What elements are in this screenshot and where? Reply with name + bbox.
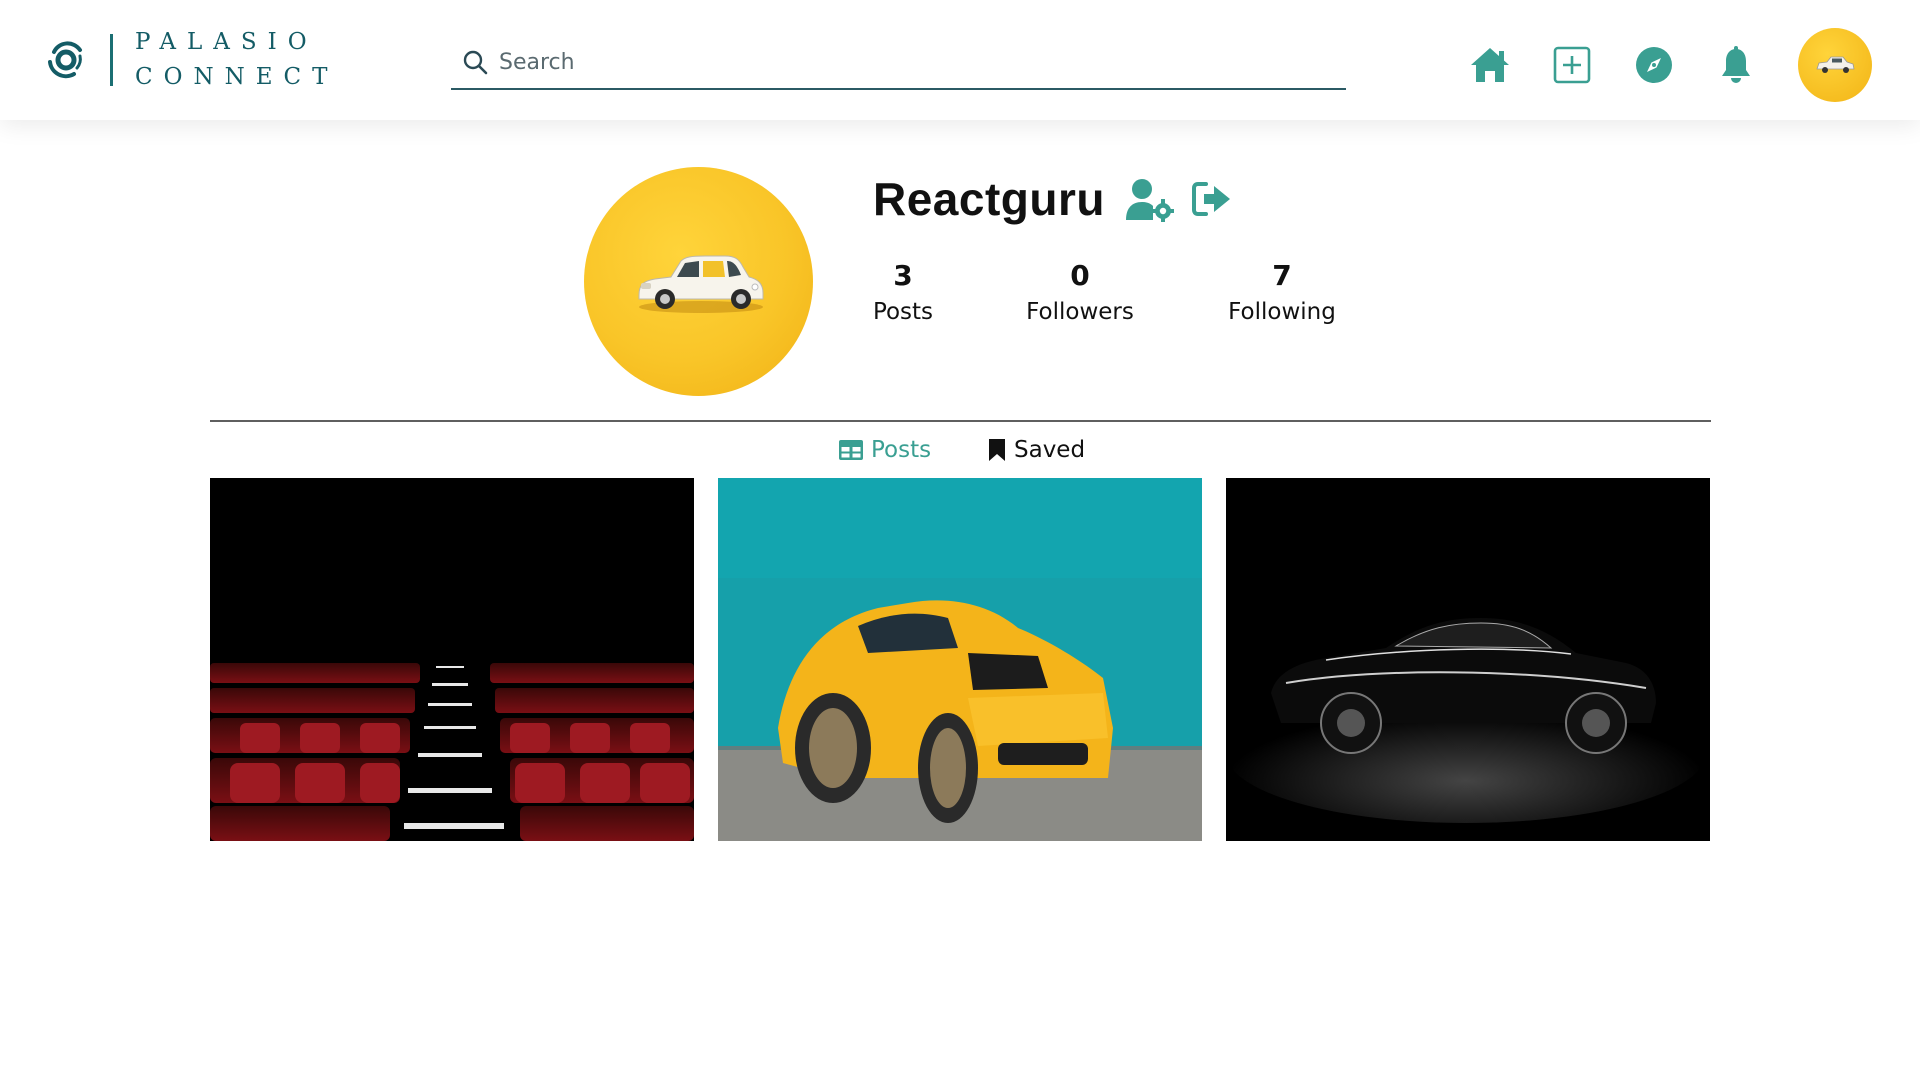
add-post-button[interactable]: [1550, 43, 1594, 87]
yellow-sports-car-image: [718, 478, 1202, 841]
logout-icon[interactable]: [1192, 180, 1232, 218]
nav-icons: [1430, 28, 1872, 102]
stat-followers-label: Followers: [1026, 299, 1134, 325]
bookmark-icon: [989, 439, 1005, 461]
tab-posts[interactable]: Posts: [839, 432, 931, 468]
brand-logo[interactable]: PALASIO CONNECT: [44, 28, 338, 92]
notifications-button[interactable]: [1714, 43, 1758, 87]
brand-line-1: PALASIO: [135, 29, 318, 55]
stat-posts: 3 Posts: [868, 258, 938, 330]
car-avatar-icon: [1816, 56, 1855, 73]
brand-name: PALASIO CONNECT: [135, 25, 338, 95]
top-navbar: PALASIO CONNECT: [0, 0, 1920, 120]
search-input[interactable]: [499, 49, 1346, 75]
tab-saved-label: Saved: [1014, 437, 1086, 463]
stat-following[interactable]: 7 Following: [1222, 258, 1342, 330]
logo-divider: [110, 34, 113, 86]
stat-posts-label: Posts: [872, 299, 934, 325]
black-sedan-image: [1226, 478, 1710, 841]
tab-posts-label: Posts: [871, 437, 932, 463]
notifications-bell-icon: [1722, 46, 1750, 83]
cinema-seats-image: [210, 478, 694, 841]
search-bar[interactable]: [451, 36, 1346, 90]
add-post-icon: [1553, 46, 1591, 84]
stat-posts-count: 3: [893, 259, 913, 292]
stat-followers[interactable]: 0 Followers: [1020, 258, 1140, 330]
swirl-logo-icon: [48, 41, 82, 79]
user-settings-icon[interactable]: [1124, 178, 1174, 222]
home-button[interactable]: [1468, 43, 1512, 87]
brand-line-2: CONNECT: [135, 64, 339, 90]
tab-saved[interactable]: Saved: [988, 432, 1085, 468]
post-cinema-seats[interactable]: [210, 478, 694, 841]
stat-following-count: 7: [1272, 259, 1292, 292]
profile-username: Reactguru: [873, 173, 1105, 225]
nav-profile-avatar[interactable]: [1798, 28, 1872, 102]
grid-icon: [839, 440, 863, 460]
home-icon: [1471, 48, 1509, 82]
stat-following-label: Following: [1228, 299, 1336, 325]
profile-avatar[interactable]: [584, 167, 813, 396]
stat-followers-count: 0: [1070, 259, 1090, 292]
white-toy-car-image: [638, 255, 763, 313]
explore-compass-icon: [1636, 47, 1672, 83]
post-black-sedan[interactable]: [1226, 478, 1710, 841]
search-icon: [463, 50, 488, 75]
explore-button[interactable]: [1632, 43, 1676, 87]
profile-divider: [210, 420, 1711, 422]
post-yellow-sports-car[interactable]: [718, 478, 1202, 841]
